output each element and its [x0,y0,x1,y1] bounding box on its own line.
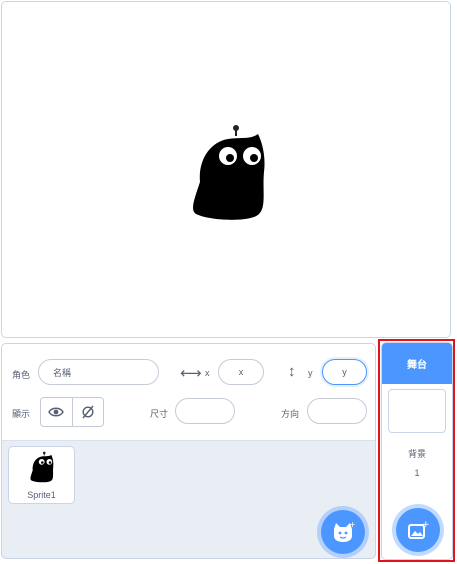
choose-sprite-button[interactable]: + [321,510,365,554]
sprite-name: Sprite1 [27,490,56,500]
y-label: y [308,368,313,378]
sprite-label: 角色 [12,370,31,380]
choose-backdrop-button[interactable]: + [396,508,440,552]
eye-icon [48,407,65,417]
cat-sprite-icon [30,451,54,483]
choose-backdrop-icon: + [408,520,429,539]
horizontal-arrows-icon: ⟷ [180,365,202,382]
direction-label: 方向 [281,409,300,419]
vertical-arrows-icon: ↕ [288,363,296,380]
stage-header: 舞台 [382,343,452,384]
show-label: 顯示 [12,409,31,419]
hide-button[interactable] [71,398,104,426]
sprite-tile[interactable]: Sprite1 [8,446,75,504]
y-input[interactable]: y [322,359,367,385]
x-input[interactable]: x [218,359,264,385]
x-label: x [205,368,210,378]
stage-canvas[interactable] [1,1,451,338]
backdrops-count: 1 [414,468,420,478]
stage-thumbnail[interactable] [388,389,446,433]
eye-slash-icon [82,405,94,419]
sprite-pane: 角色 名稱 ⟷ x x ↕ y y 顯示 尺寸 方向 Sprite1 [1,343,376,559]
cat-sprite-icon[interactable] [188,122,270,222]
direction-input[interactable] [307,398,367,424]
backdrops-label: 背景 [407,449,426,459]
size-label: 尺寸 [150,409,169,419]
sprite-name-placeholder: 名稱 [53,367,72,378]
stage-target-pane[interactable]: 舞台 背景 1 + [381,342,453,560]
show-button[interactable] [41,398,72,426]
x-placeholder: x [238,367,244,377]
sprite-info-bar: 角色 名稱 ⟷ x x ↕ y y 顯示 尺寸 方向 [2,344,375,441]
sprite-name-input[interactable]: 名稱 [38,359,159,385]
choose-sprite-icon: + [334,521,355,542]
visibility-toggle [40,397,104,427]
size-input[interactable] [175,398,235,424]
y-placeholder: y [342,367,347,377]
svg-text:+: + [422,520,429,530]
svg-text:+: + [349,521,355,529]
